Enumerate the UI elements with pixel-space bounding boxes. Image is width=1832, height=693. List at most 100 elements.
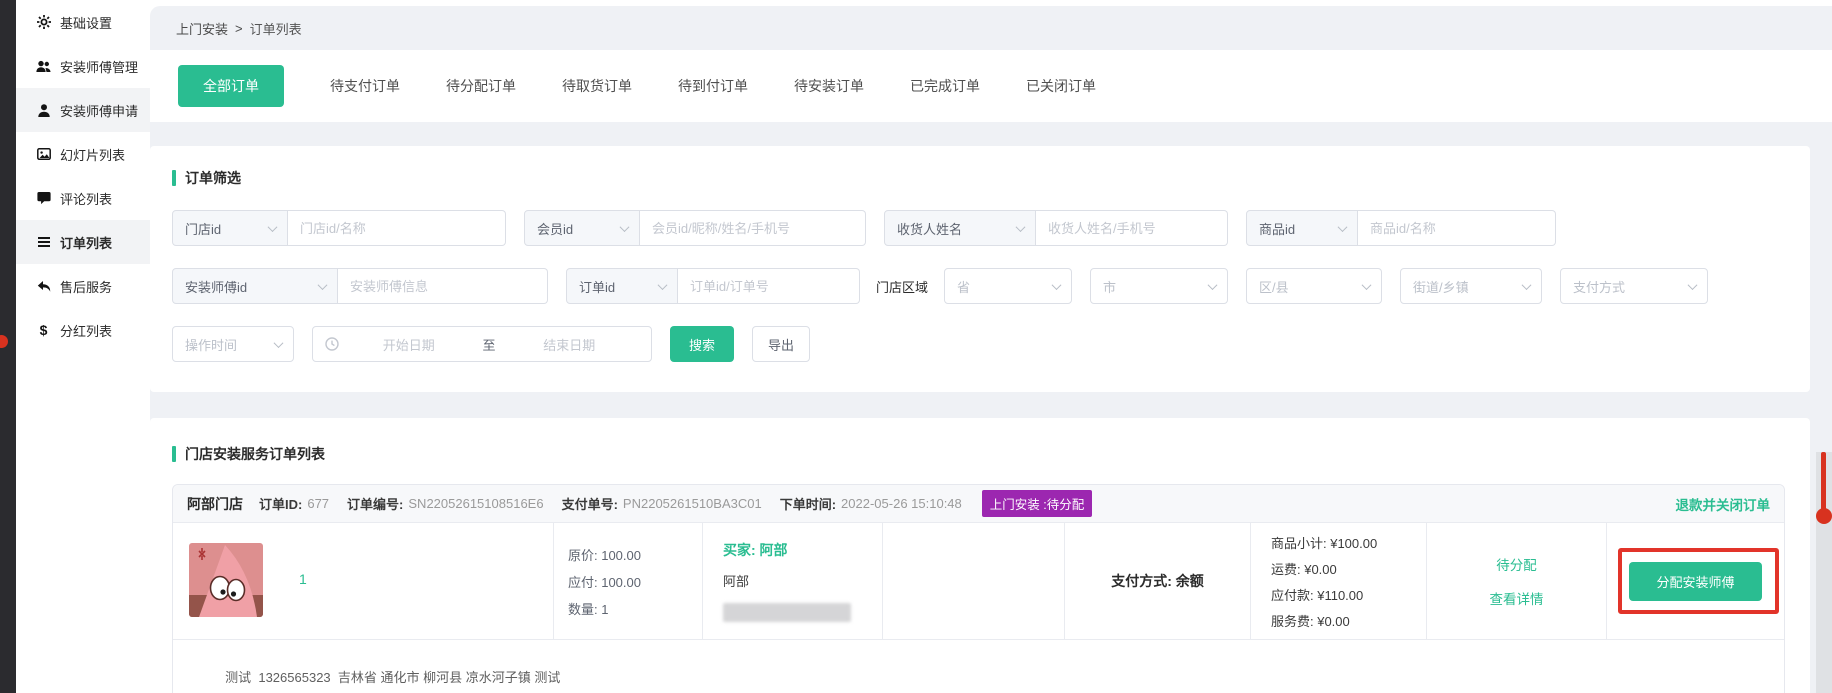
city-select[interactable]: 市 bbox=[1090, 268, 1228, 304]
sidebar-item-installer-application[interactable]: 安装师傅申请 bbox=[16, 88, 150, 132]
users-icon bbox=[36, 59, 51, 74]
breadcrumb-current: 订单列表 bbox=[250, 19, 302, 38]
order-filter-card: 订单筛选 门店id 会员id bbox=[150, 146, 1810, 392]
installer-filter-group: 安装师傅id bbox=[172, 268, 548, 304]
order-id-select[interactable]: 订单id bbox=[566, 268, 678, 304]
buyer-cell: 买家: 阿部 阿部 bbox=[703, 523, 883, 639]
comment-icon bbox=[36, 191, 51, 206]
list-icon bbox=[36, 235, 51, 250]
gear-icon bbox=[36, 15, 51, 30]
order-time-label: 下单时间: bbox=[780, 494, 836, 513]
product-cell: 1 bbox=[173, 523, 554, 639]
sidebar-item-installer-management[interactable]: 安装师傅管理 bbox=[16, 44, 150, 88]
search-button[interactable]: 搜索 bbox=[670, 326, 734, 362]
user-icon bbox=[36, 103, 51, 118]
breadcrumb-parent[interactable]: 上门安装 bbox=[176, 19, 228, 38]
product-id-input[interactable] bbox=[1358, 210, 1556, 246]
dollar-icon: $ bbox=[36, 323, 51, 338]
chevron-down-icon bbox=[620, 222, 630, 232]
main-content: 上门安装 > 订单列表 全部订单 待支付订单 待分配订单 待取货订单 待到付订单… bbox=[150, 6, 1832, 693]
tab-all-orders[interactable]: 全部订单 bbox=[178, 65, 284, 107]
shipping-line: 运费: ¥0.00 bbox=[1271, 559, 1426, 578]
order-sn-value: SN22052615108516E6 bbox=[408, 496, 543, 511]
chevron-down-icon bbox=[1362, 280, 1372, 290]
scrollbar-red-marker-bulb bbox=[1816, 508, 1832, 524]
consignee-name-input[interactable] bbox=[1036, 210, 1228, 246]
tab-pending-pickup[interactable]: 待取货订单 bbox=[562, 76, 632, 96]
order-status-tabs: 全部订单 待支付订单 待分配订单 待取货订单 待到付订单 待安装订单 已完成订单… bbox=[150, 50, 1832, 122]
pay-no-label: 支付单号: bbox=[562, 494, 618, 513]
sidebar-item-basic-settings[interactable]: 基础设置 bbox=[16, 0, 150, 44]
sidebar-item-label: 基础设置 bbox=[60, 13, 112, 32]
chevron-down-icon bbox=[1016, 222, 1026, 232]
installer-info-input[interactable] bbox=[338, 268, 548, 304]
store-filter-group: 门店id bbox=[172, 210, 506, 246]
breadcrumb-separator: > bbox=[235, 21, 243, 36]
export-button[interactable]: 导出 bbox=[752, 326, 810, 362]
view-details-link[interactable]: 查看详情 bbox=[1490, 588, 1544, 608]
breadcrumb: 上门安装 > 订单列表 bbox=[150, 6, 1832, 50]
sidebar-item-label: 幻灯片列表 bbox=[60, 145, 125, 164]
pending-assign-link[interactable]: 待分配 bbox=[1496, 554, 1537, 574]
product-image[interactable] bbox=[189, 543, 263, 639]
chevron-down-icon bbox=[1338, 222, 1348, 232]
sidebar-item-label: 售后服务 bbox=[60, 277, 112, 296]
order-time-value: 2022-05-26 15:10:48 bbox=[841, 496, 962, 511]
start-date-field[interactable]: 开始日期 bbox=[339, 335, 479, 354]
chevron-down-icon bbox=[274, 338, 284, 348]
order-address-row: 测试 1326565323 吉林省 通化市 柳河县 凉水河子镇 测试 bbox=[173, 639, 1784, 693]
status-cell: 待分配 查看详情 bbox=[1427, 523, 1607, 639]
sidebar-item-after-sales[interactable]: 售后服务 bbox=[16, 264, 150, 308]
payment-method-cell: 支付方式: 余额 bbox=[1065, 523, 1251, 639]
payment-method-select[interactable]: 支付方式 bbox=[1560, 268, 1708, 304]
tab-pending-install[interactable]: 待安装订单 bbox=[794, 76, 864, 96]
reply-icon bbox=[36, 279, 51, 294]
buyer-name: 阿部 bbox=[723, 571, 882, 590]
sidebar-item-slideshow-list[interactable]: 幻灯片列表 bbox=[16, 132, 150, 176]
assign-installer-button[interactable]: 分配安装师傅 bbox=[1629, 562, 1761, 601]
product-filter-group: 商品id bbox=[1246, 210, 1556, 246]
admin-order-list-page: 基础设置 安装师傅管理 安装师傅申请 幻灯片列表 评论列表 bbox=[0, 0, 1832, 693]
sidebar-item-label: 安装师傅申请 bbox=[60, 101, 138, 120]
province-select[interactable]: 省 bbox=[944, 268, 1072, 304]
street-select[interactable]: 街道/乡镇 bbox=[1400, 268, 1542, 304]
date-range-picker[interactable]: 开始日期 至 结束日期 bbox=[312, 326, 652, 362]
payable-line: 应付款: ¥110.00 bbox=[1271, 585, 1426, 604]
member-id-select[interactable]: 会员id bbox=[524, 210, 640, 246]
sidebar-item-label: 评论列表 bbox=[60, 189, 112, 208]
sidebar-item-order-list[interactable]: 订单列表 bbox=[16, 220, 150, 264]
end-date-field[interactable]: 结束日期 bbox=[500, 335, 640, 354]
amounts-cell: 商品小计: ¥100.00 运费: ¥0.00 应付款: ¥110.00 服务费… bbox=[1251, 523, 1427, 639]
order-id-input[interactable] bbox=[678, 268, 860, 304]
installer-id-select[interactable]: 安装师傅id bbox=[172, 268, 338, 304]
operation-time-select[interactable]: 操作时间 bbox=[172, 326, 294, 362]
tab-pending-payment[interactable]: 待支付订单 bbox=[330, 76, 400, 96]
order-id-label: 订单ID: bbox=[259, 494, 302, 513]
filter-row-3: 操作时间 开始日期 至 结束日期 搜索 导出 bbox=[172, 326, 1810, 362]
store-region-label: 门店区域 bbox=[876, 277, 928, 296]
subtotal-line: 商品小计: ¥100.00 bbox=[1271, 533, 1426, 552]
tab-closed[interactable]: 已关闭订单 bbox=[1026, 76, 1096, 96]
date-range-separator: 至 bbox=[479, 335, 500, 354]
buyer-label: 买家: 阿部 bbox=[723, 540, 882, 560]
tab-pending-cod[interactable]: 待到付订单 bbox=[678, 76, 748, 96]
image-icon bbox=[36, 147, 51, 162]
tab-completed[interactable]: 已完成订单 bbox=[910, 76, 980, 96]
sidebar-item-dividend-list[interactable]: $ 分红列表 bbox=[16, 308, 150, 352]
service-fee-line: 服务费: ¥0.00 bbox=[1271, 611, 1426, 630]
clock-icon bbox=[325, 337, 339, 351]
product-id-select[interactable]: 商品id bbox=[1246, 210, 1358, 246]
store-id-select[interactable]: 门店id bbox=[172, 210, 288, 246]
district-select[interactable]: 区/县 bbox=[1246, 268, 1382, 304]
tab-pending-assignment[interactable]: 待分配订单 bbox=[446, 76, 516, 96]
refund-close-link[interactable]: 退款并关闭订单 bbox=[1676, 494, 1771, 514]
sidebar-item-comment-list[interactable]: 评论列表 bbox=[16, 176, 150, 220]
chevron-down-icon bbox=[1688, 280, 1698, 290]
quantity-line: 数量: 1 bbox=[568, 599, 702, 618]
consignee-name-select[interactable]: 收货人姓名 bbox=[884, 210, 1036, 246]
chevron-down-icon bbox=[268, 222, 278, 232]
member-id-input[interactable] bbox=[640, 210, 866, 246]
chevron-down-icon bbox=[1208, 280, 1218, 290]
store-id-input[interactable] bbox=[288, 210, 506, 246]
empty-cell bbox=[883, 523, 1065, 639]
